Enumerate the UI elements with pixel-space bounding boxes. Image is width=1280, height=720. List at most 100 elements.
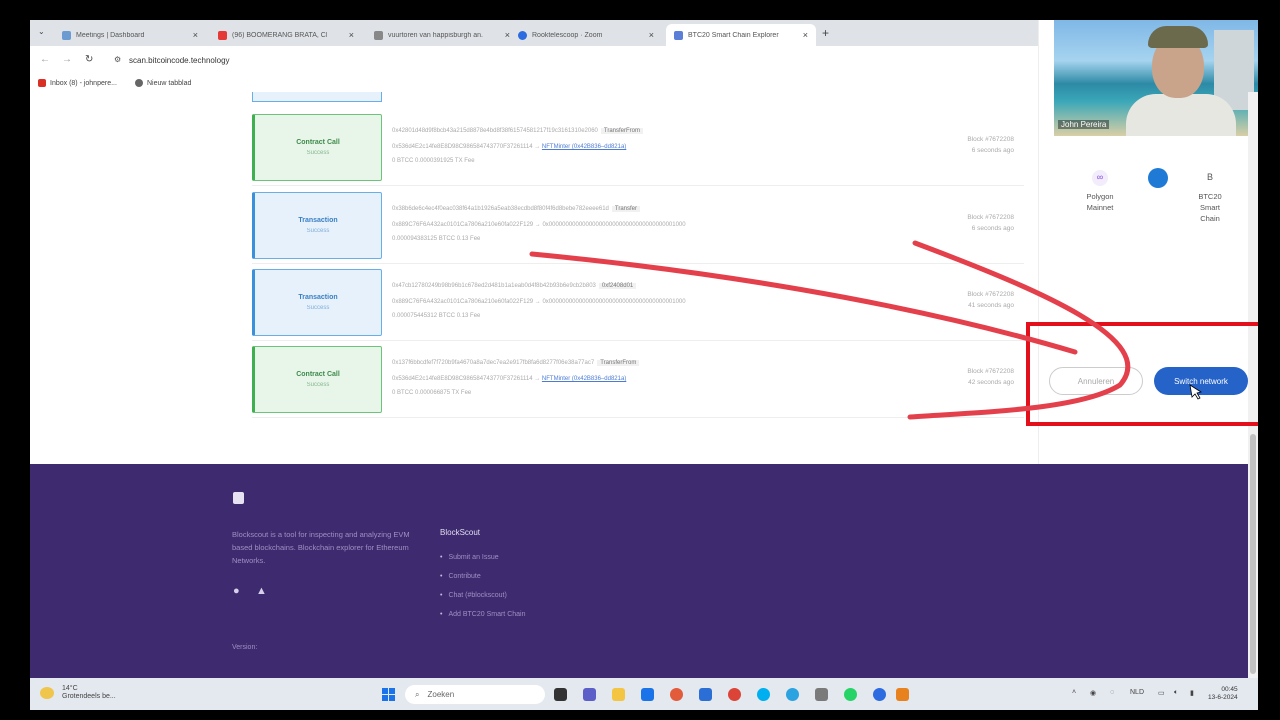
block-number[interactable]: Block #7672208 [967, 291, 1014, 298]
close-tab-icon[interactable]: × [193, 30, 198, 40]
tx-hash[interactable]: 0x42801d48d9f8bcb43a215d8878e4bd8f38f615… [392, 128, 598, 134]
bookmark-inbox[interactable]: Inbox (8) - johnpere... [38, 79, 117, 87]
whatsapp-icon[interactable] [844, 688, 857, 701]
tx-route[interactable]: 0x889C76F6A432ac0101Ca7806a210e60fa022F1… [392, 222, 686, 228]
weather-widget[interactable]: 14°C Grotendeels be... [40, 685, 116, 702]
chrome-icon[interactable] [728, 688, 741, 701]
github-icon[interactable]: ● [233, 585, 240, 597]
calculator-icon[interactable] [815, 688, 828, 701]
tray-sync-icon[interactable]: ◌ [1110, 689, 1114, 696]
block-number[interactable]: Block #7672208 [967, 368, 1014, 375]
tx-hash-line: 0x47cb12780249b98b96b1c678ed2d481b1a1eab… [392, 283, 637, 289]
tx-route-line: 0x536d4E2c14fe8E8D98C986584743770F372611… [392, 376, 626, 382]
forward-icon[interactable]: → [62, 54, 72, 65]
tx-contract-link[interactable]: NFTMinter (0x42B836–dd821a) [542, 144, 626, 150]
tx-hash-line: 0x38b6de6c4ec4f0eac038f64a1b1926a5eab38e… [392, 206, 641, 212]
url-field[interactable]: scan.bitcoincode.technology [129, 56, 230, 65]
webcam-video: John Pereira [1054, 20, 1258, 136]
bookmark-new-tab[interactable]: Nieuw tabblad [135, 79, 191, 87]
tx-route[interactable]: 0x536d4E2c14fe8E8D98C986584743770F372611… [392, 144, 540, 150]
tx-route-line: 0x889C76F6A432ac0101Ca7806a210e60fa022F1… [392, 299, 686, 305]
tx-hash[interactable]: 0x38b6de6c4ec4f0eac038f64a1b1926a5eab38e… [392, 206, 609, 212]
switch-network-button[interactable]: Switch network [1154, 367, 1248, 395]
block-number[interactable]: Block #7672208 [967, 136, 1014, 143]
transaction-row[interactable]: Transaction Success 0x38b6de6c4ec4f0eac0… [252, 192, 1024, 264]
weather-icon [40, 687, 54, 699]
tx-hash[interactable]: 0x137f6bbcdfef7f720b9fa4670a8a7dec7ea2e9… [392, 360, 594, 366]
network-name: Polygon Mainnet [1086, 192, 1114, 212]
teams-icon[interactable] [583, 688, 596, 701]
scrollbar-thumb[interactable] [1250, 434, 1256, 674]
tx-status: Success [306, 382, 330, 388]
tx-hash-line: 0x137f6bbcdfef7f720b9fa4670a8a7dec7ea2e9… [392, 360, 640, 366]
participant-hat [1148, 26, 1208, 48]
footer-link-add-network[interactable]: Add BTC20 Smart Chain [440, 611, 525, 618]
language-indicator[interactable]: NLD [1130, 689, 1144, 696]
transaction-row[interactable]: Contract Call Success 0x137f6bbcdfef7f72… [252, 346, 1024, 418]
tx-type-badge: Contract Call Success [252, 114, 382, 181]
zoom-app-icon[interactable] [873, 688, 886, 701]
tx-route[interactable]: 0x889C76F6A432ac0101Ca7806a210e60fa022F1… [392, 299, 686, 305]
bookmark-label: Nieuw tabblad [147, 79, 192, 87]
tx-type: Transaction [298, 217, 338, 224]
network-switch-indicator-icon [1148, 168, 1168, 188]
bookmark-label: Inbox (8) - johnpere... [50, 79, 117, 87]
tx-contract-link[interactable]: NFTMinter (0x42B836–dd821a) [542, 376, 626, 382]
edge-icon[interactable] [699, 688, 712, 701]
site-info-icon[interactable]: ⚙ [114, 55, 121, 64]
tx-hash[interactable]: 0x47cb12780249b98b96b1c678ed2d481b1a1eab… [392, 283, 596, 289]
network-arrow [1133, 168, 1183, 194]
tx-type: Contract Call [296, 139, 340, 146]
tx-value: 0 BTCC 0.0000391925 TX Fee [392, 158, 475, 164]
twitter-icon[interactable]: ▲ [256, 585, 267, 597]
tx-status: Success [306, 305, 330, 311]
reload-icon[interactable]: ↻ [85, 54, 93, 65]
tx-value: 0.000075445312 BTCC 0.13 Fee [392, 313, 481, 319]
gmail-icon [38, 79, 46, 87]
skype-icon[interactable] [757, 688, 770, 701]
tx-block: Block #7672208 6 seconds ago [967, 214, 1014, 232]
close-tab-icon[interactable]: × [349, 30, 354, 40]
tab-label: vuurtoren van happisburgh an... [388, 31, 483, 39]
mail-icon[interactable] [641, 688, 654, 701]
tab-search-icon[interactable]: ⌄ [38, 27, 45, 36]
tab-search[interactable]: vuurtoren van happisburgh an... × [366, 24, 518, 46]
back-icon[interactable]: ← [40, 54, 50, 65]
block-number[interactable]: Block #7672208 [967, 214, 1014, 221]
display-icon[interactable]: ▭ [1158, 689, 1165, 697]
cancel-button[interactable]: Annuleren [1049, 367, 1143, 395]
transaction-row[interactable]: Contract Call Success 0x42801d48d9f8bcb4… [252, 114, 1024, 186]
footer-link-contribute[interactable]: Contribute [440, 573, 480, 580]
tab-youtube[interactable]: (96) BOOMERANG BRATA, CE... × [210, 24, 362, 46]
tab-meetings[interactable]: Meetings | Dashboard × [54, 24, 206, 46]
tray-app-icon[interactable]: ◉ [1090, 689, 1096, 697]
tab-explorer[interactable]: BTC20 Smart Chain Explorer × [666, 24, 816, 46]
metamask-icon[interactable] [896, 688, 909, 701]
volume-icon[interactable]: 🔈︎ [1174, 689, 1178, 697]
task-view-icon[interactable] [554, 688, 567, 701]
tx-block: Block #7672208 42 seconds ago [967, 368, 1014, 386]
globe-icon [135, 79, 143, 87]
search-placeholder: Zoeken [427, 690, 455, 699]
explorer-favicon-icon [674, 30, 683, 40]
transaction-row[interactable]: Transaction Success 0x47cb12780249b98b96… [252, 269, 1024, 341]
start-button[interactable] [382, 688, 395, 701]
battery-icon[interactable]: ▮ [1190, 689, 1194, 697]
close-tab-icon[interactable]: × [649, 30, 654, 40]
tx-type: Transaction [298, 294, 338, 301]
participant-name: John Pereira [1058, 120, 1110, 129]
file-explorer-icon[interactable] [612, 688, 625, 701]
firefox-icon[interactable] [670, 688, 683, 701]
footer-link-submit-issue[interactable]: Submit an Issue [440, 554, 498, 561]
page-scrollbar[interactable] [1248, 92, 1258, 678]
taskbar-search[interactable]: ⌕ Zoeken [405, 685, 545, 704]
tray-expand-icon[interactable]: ˄ [1072, 689, 1076, 696]
tab-zoom[interactable]: Rooktelescoop · Zoom × [510, 24, 662, 46]
new-tab-button[interactable]: + [822, 26, 829, 40]
close-tab-icon[interactable]: × [803, 30, 808, 40]
system-clock[interactable]: 00:45 13-6-2024 [1208, 686, 1238, 703]
tab-label: Meetings | Dashboard [76, 31, 145, 39]
telegram-icon[interactable] [786, 688, 799, 701]
footer-link-chat[interactable]: Chat (#blockscout) [440, 592, 506, 599]
tx-route[interactable]: 0x536d4E2c14fe8E8D98C986584743770F372611… [392, 376, 540, 382]
